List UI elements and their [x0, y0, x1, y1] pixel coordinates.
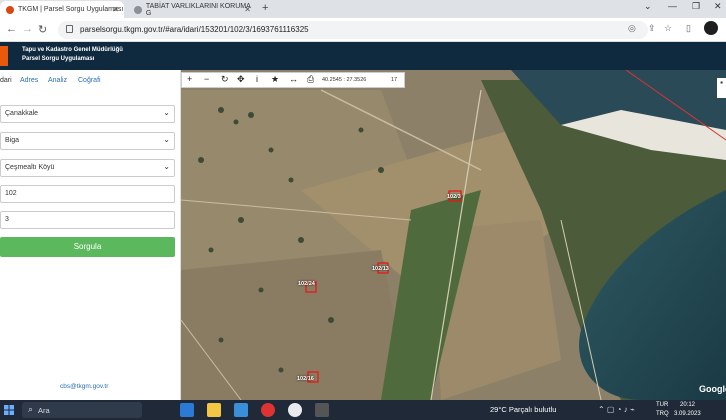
zoom-in-icon[interactable]: +	[187, 74, 192, 84]
tab-analiz[interactable]: Analiz	[48, 77, 67, 84]
parcel-label[interactable]: 102/3	[447, 194, 461, 200]
close-tab-icon[interactable]: ✕	[112, 5, 119, 14]
il-select[interactable]: Çanakkale ⌄	[0, 105, 175, 123]
chevron-down-icon: ⌄	[163, 108, 170, 117]
file-explorer-icon[interactable]	[207, 403, 221, 417]
tab-cografi[interactable]: Coğrafi	[78, 77, 101, 84]
chevron-down-icon: ⌄	[163, 135, 170, 144]
store-icon[interactable]	[234, 403, 248, 417]
zoom-out-icon[interactable]: −	[204, 74, 209, 84]
eye-off-icon[interactable]: ◎	[628, 23, 636, 34]
map-toolbar: + − ↻ ✥ i ★ ↔ ⎙ 40.2545 : 27.3526 17	[181, 72, 405, 88]
tab-idari[interactable]: dari	[0, 77, 12, 84]
contact-email-link[interactable]: cbs@tkgm.gov.tr	[60, 383, 108, 390]
parcel-label[interactable]: 102/13	[372, 266, 389, 272]
url-text: parselsorgu.tkgm.gov.tr/#ara/idari/15320…	[80, 25, 309, 34]
info-icon[interactable]: i	[256, 74, 258, 84]
input-language[interactable]: TUR	[656, 402, 668, 408]
il-value: Çanakkale	[5, 110, 39, 117]
ilce-value: Biga	[5, 137, 20, 144]
weather-widget[interactable]: 29°C Parçalı bulutlu	[490, 405, 556, 414]
map-attribution: Google	[699, 384, 726, 394]
locate-icon[interactable]: ✥	[237, 74, 245, 85]
tab-parsel-sorgu[interactable]: TKGM | Parsel Sorgu Uygulaması ✕	[0, 1, 124, 18]
parsel-input[interactable]: 3	[0, 211, 175, 229]
search-icon: ⌕	[28, 404, 34, 414]
refresh-icon[interactable]: ↻	[221, 74, 229, 85]
chevron-down-icon: ⌄	[163, 162, 170, 171]
forward-icon[interactable]: →	[22, 23, 33, 35]
browser-tab-bar: TKGM | Parsel Sorgu Uygulaması ✕ TABİAT …	[0, 0, 726, 18]
avatar[interactable]	[704, 21, 718, 35]
mahalle-select[interactable]: Çeşmealtı Köyü ⌄	[0, 159, 175, 177]
favorite-star-icon[interactable]: ★	[271, 74, 279, 85]
close-tab-icon[interactable]: ✕	[244, 5, 251, 14]
coordinate-readout: 40.2545 : 27.3526	[322, 77, 367, 83]
clock-time[interactable]: 20:12	[680, 402, 695, 408]
share-icon[interactable]: ⇪	[648, 23, 656, 34]
zoom-level: 17	[391, 77, 398, 83]
tab-tabiat-varliklari[interactable]: TABİAT VARLIKLARINI KORUMA G ✕	[128, 1, 256, 18]
keyboard-layout[interactable]: TRQ	[656, 411, 669, 417]
minimize-icon[interactable]: —	[668, 1, 677, 11]
sidebar-icon[interactable]: ▯	[686, 23, 691, 34]
measure-icon[interactable]: ↔	[289, 74, 298, 84]
lock-icon	[66, 25, 73, 33]
back-icon[interactable]: ←	[6, 23, 17, 35]
parsel-value: 3	[5, 216, 9, 223]
opera-icon[interactable]	[261, 403, 275, 417]
satellite-imagery	[181, 70, 726, 400]
clock-date[interactable]: 3.09.2023	[674, 411, 701, 417]
satellite-map[interactable]: + − ↻ ✥ i ★ ↔ ⎙ 40.2545 : 27.3526 17 102…	[181, 70, 726, 400]
header-org-title: Tapu ve Kadastro Genel Müdürlüğü	[22, 47, 123, 53]
tab-title: TABİAT VARLIKLARINI KORUMA G	[145, 2, 251, 17]
tab-adres[interactable]: Adres	[20, 77, 38, 84]
query-sidebar: dari Adres Analiz Coğrafi Çanakkale ⌄ Bi…	[0, 70, 181, 400]
taskbar-search-label: Ara	[38, 406, 50, 415]
restore-icon[interactable]: ❐	[692, 1, 700, 12]
reload-icon[interactable]: ↻	[38, 23, 47, 36]
chevron-down-icon[interactable]: ⌄	[644, 1, 652, 12]
system-tray-icons[interactable]: ⌃ ▢ ◔ ♪ ⌁	[598, 405, 635, 414]
menu-icon[interactable]	[0, 46, 8, 66]
bookmark-star-icon[interactable]: ☆	[664, 23, 672, 34]
parcel-label[interactable]: 102/16	[297, 376, 314, 382]
print-icon[interactable]: ⎙	[307, 74, 314, 85]
windows-start-icon[interactable]	[4, 405, 14, 415]
tab-title: TKGM | Parsel Sorgu Uygulaması	[18, 6, 124, 13]
ada-value: 102	[5, 190, 17, 197]
layers-icon[interactable]: ▪	[717, 78, 726, 98]
calculator-icon[interactable]	[315, 403, 329, 417]
ilce-select[interactable]: Biga ⌄	[0, 132, 175, 150]
close-window-icon[interactable]: ✕	[714, 1, 722, 12]
sidebar-tabs: dari Adres Analiz Coğrafi	[0, 74, 181, 90]
mahalle-value: Çeşmealtı Köyü	[5, 164, 55, 171]
ada-input[interactable]: 102	[0, 185, 175, 203]
globe-icon	[134, 5, 142, 14]
parcel-label[interactable]: 102/24	[298, 281, 315, 287]
header-app-title: Parsel Sorgu Uygulaması	[22, 56, 95, 62]
address-bar[interactable]: parselsorgu.tkgm.gov.tr/#ara/idari/15320…	[58, 21, 648, 39]
tkgm-favicon-icon	[6, 5, 14, 14]
windows-taskbar: ⌕ Ara 29°C Parçalı bulutlu ⌃ ▢ ◔ ♪ ⌁ TUR…	[0, 400, 726, 420]
zoom-app-icon[interactable]	[180, 403, 194, 417]
new-tab-button[interactable]: +	[262, 2, 268, 14]
chrome-icon[interactable]	[288, 403, 302, 417]
browser-toolbar: ← → ↻ parselsorgu.tkgm.gov.tr/#ara/idari…	[0, 18, 726, 42]
app-header: Tapu ve Kadastro Genel Müdürlüğü Parsel …	[0, 42, 726, 70]
taskbar-search[interactable]: ⌕ Ara	[22, 402, 142, 418]
sorgula-button[interactable]: Sorgula	[0, 237, 175, 257]
